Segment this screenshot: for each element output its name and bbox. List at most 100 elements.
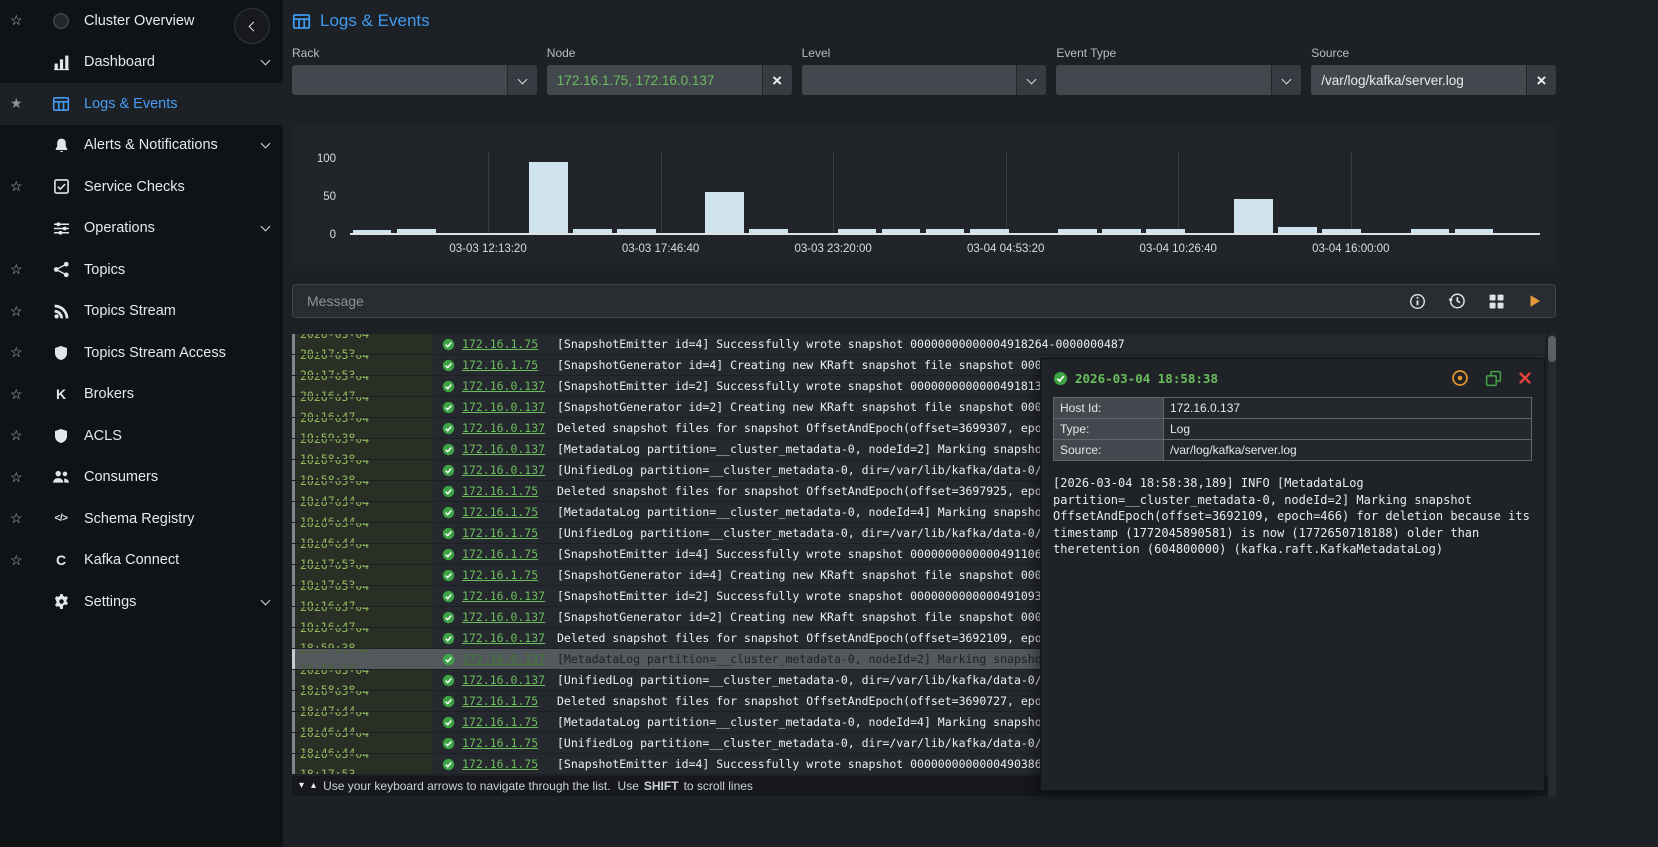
histogram-bar[interactable]: [881, 228, 921, 233]
histogram-bar[interactable]: [1234, 199, 1273, 233]
bell-icon: [51, 136, 71, 154]
chevron-down-icon[interactable]: [506, 65, 537, 95]
node-link[interactable]: 172.16.1.75: [462, 757, 557, 771]
scrollbar-thumb[interactable]: [1548, 336, 1556, 362]
star-icon[interactable]: ☆: [10, 178, 30, 195]
sidebar-item-logs-events[interactable]: ★ Logs & Events: [0, 83, 283, 125]
star-icon[interactable]: ☆: [10, 510, 30, 527]
log-timestamp: 2026-03-04 19:46:44: [295, 523, 433, 543]
sidebar-item-service-checks[interactable]: ☆ Service Checks: [0, 166, 283, 208]
clear-icon[interactable]: ×: [1525, 65, 1556, 95]
node-link[interactable]: 172.16.1.75: [462, 736, 557, 750]
histogram-bar[interactable]: [705, 192, 745, 233]
sidebar-collapse-button[interactable]: [234, 8, 270, 44]
star-icon[interactable]: ★: [10, 95, 30, 112]
message-search-input[interactable]: [305, 292, 1397, 310]
copy-icon[interactable]: [1485, 370, 1502, 387]
close-icon[interactable]: [1518, 371, 1532, 385]
node-link[interactable]: 172.16.1.75: [462, 337, 557, 351]
event-type-select[interactable]: [1056, 65, 1302, 95]
sidebar-item-topics-stream[interactable]: ☆ Topics Stream: [0, 291, 283, 333]
sidebar-item-topics-stream-access[interactable]: ☆ Topics Stream Access: [0, 332, 283, 374]
keyboard-hint: Use your keyboard arrows to navigate thr…: [323, 779, 611, 793]
share-nodes-icon: [51, 261, 71, 279]
histogram-bar[interactable]: [749, 229, 789, 233]
node-link[interactable]: 172.16.1.75: [462, 358, 557, 372]
grid-view-icon[interactable]: [1488, 293, 1505, 310]
histogram-bar[interactable]: [1057, 229, 1097, 233]
node-link[interactable]: 172.16.1.75: [462, 568, 557, 582]
star-icon[interactable]: ☆: [10, 427, 30, 444]
sidebar-item-acls[interactable]: ☆ ACLS: [0, 415, 283, 457]
chevron-down-icon[interactable]: [1016, 65, 1047, 95]
histogram-bar[interactable]: [969, 229, 1009, 233]
node-link[interactable]: 172.16.0.137: [462, 400, 557, 414]
histogram-bar[interactable]: [1278, 227, 1318, 233]
log-timestamp: 2026-03-04 19:16:47: [295, 607, 433, 627]
level-select-value: [802, 65, 1017, 95]
sidebar-item-brokers[interactable]: ☆ K Brokers: [0, 374, 283, 416]
source-filter-input[interactable]: /var/log/kafka/server.log ×: [1311, 65, 1556, 95]
rack-select[interactable]: [292, 65, 537, 95]
node-link[interactable]: 172.16.0.137: [462, 610, 557, 624]
sidebar-item-consumers[interactable]: ☆ Consumers: [0, 457, 283, 499]
star-icon[interactable]: ☆: [10, 261, 30, 278]
node-filter-input[interactable]: 172.16.1.75, 172.16.0.137 ×: [546, 65, 792, 95]
chevron-down-icon[interactable]: [260, 593, 271, 611]
play-icon[interactable]: [1527, 293, 1543, 309]
chevron-down-icon[interactable]: [260, 53, 271, 71]
histogram-bar[interactable]: [528, 162, 568, 233]
histogram-bar[interactable]: [1101, 228, 1141, 233]
histogram-bar[interactable]: [1322, 228, 1362, 233]
node-link[interactable]: 172.16.1.75: [462, 505, 557, 519]
node-link[interactable]: 172.16.0.137: [462, 442, 557, 456]
star-icon[interactable]: ☆: [10, 344, 30, 361]
star-icon[interactable]: ☆: [10, 469, 30, 486]
sidebar-item-alerts-notifications[interactable]: ☆ Alerts & Notifications: [0, 125, 283, 167]
histogram-bar[interactable]: [1454, 229, 1494, 233]
node-link[interactable]: 172.16.1.75: [462, 484, 557, 498]
node-link[interactable]: 172.16.0.137: [462, 421, 557, 435]
filter-label: Level: [801, 46, 831, 60]
node-link[interactable]: 172.16.0.137: [462, 673, 557, 687]
info-icon[interactable]: [1409, 293, 1426, 310]
history-clock-icon[interactable]: [1448, 292, 1466, 310]
node-link[interactable]: 172.16.0.137: [462, 463, 557, 477]
histogram-bar[interactable]: [617, 229, 656, 233]
node-link[interactable]: 172.16.0.137: [462, 379, 557, 393]
histogram-bar[interactable]: [1146, 228, 1185, 233]
node-link[interactable]: 172.16.1.75: [462, 547, 557, 561]
node-link[interactable]: 172.16.1.75: [462, 526, 557, 540]
sidebar-item-schema-registry[interactable]: ☆ </> Schema Registry: [0, 498, 283, 540]
sidebar-item-dashboard[interactable]: ☆ Dashboard: [0, 42, 283, 84]
star-icon[interactable]: ☆: [10, 12, 30, 29]
log-row[interactable]: 2026-03-04 20:17:53 172.16.1.75 [Snapsho…: [292, 334, 1545, 354]
node-link[interactable]: 172.16.0.137: [462, 631, 557, 645]
star-icon[interactable]: ☆: [10, 303, 30, 320]
chevron-down-icon[interactable]: [260, 219, 271, 237]
sidebar-item-kafka-connect[interactable]: ☆ C Kafka Connect: [0, 540, 283, 582]
node-link[interactable]: 172.16.0.137: [462, 652, 557, 666]
sidebar-item-settings[interactable]: ☆ Settings: [0, 581, 283, 623]
histogram-bar[interactable]: [925, 229, 965, 233]
sidebar-item-operations[interactable]: ☆ Operations: [0, 208, 283, 250]
chevron-down-icon[interactable]: [260, 136, 271, 154]
histogram-bar[interactable]: [573, 229, 612, 233]
log-scrollbar[interactable]: [1548, 334, 1556, 798]
node-link[interactable]: 172.16.1.75: [462, 694, 557, 708]
node-link[interactable]: 172.16.0.137: [462, 589, 557, 603]
success-check-icon: [442, 737, 455, 750]
clear-icon[interactable]: ×: [761, 65, 792, 95]
node-link[interactable]: 172.16.1.75: [462, 715, 557, 729]
histogram-bar[interactable]: [837, 229, 877, 233]
sliders-icon: [51, 219, 71, 237]
locate-target-icon[interactable]: [1451, 369, 1469, 387]
histogram-bar[interactable]: [352, 230, 392, 233]
star-icon[interactable]: ☆: [10, 386, 30, 403]
sidebar-item-topics[interactable]: ☆ Topics: [0, 249, 283, 291]
chevron-down-icon[interactable]: [1271, 65, 1302, 95]
star-icon[interactable]: ☆: [10, 552, 30, 569]
histogram-bar[interactable]: [396, 228, 436, 233]
histogram-bar[interactable]: [1410, 229, 1450, 233]
level-select[interactable]: [801, 65, 1047, 95]
